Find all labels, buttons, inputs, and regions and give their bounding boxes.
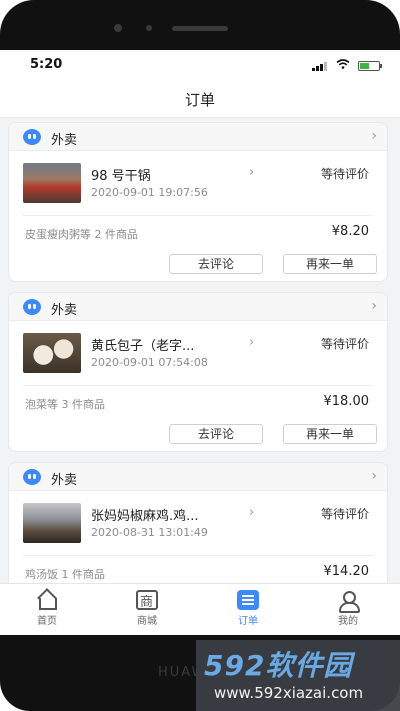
- store-thumbnail: [23, 333, 81, 373]
- sensor-icon: [146, 25, 152, 31]
- order-category-header[interactable]: 外卖 ›: [9, 123, 387, 151]
- order-time: 2020-08-31 13:01:49: [91, 526, 208, 539]
- order-time: 2020-09-01 19:07:56: [91, 186, 208, 199]
- order-status: 等待评价: [320, 167, 369, 181]
- battery-icon: [358, 61, 382, 71]
- goods-summary: 鸡汤饭 1 件商品: [25, 568, 105, 581]
- order-card[interactable]: 外卖 › 黄氏包子（老字... › 2020-09-01 07:54:08 等待…: [8, 292, 388, 452]
- store-name[interactable]: 张妈妈椒麻鸡.鸡...: [91, 505, 199, 524]
- divider: [23, 215, 373, 216]
- status-time: 5:20: [30, 57, 63, 72]
- chevron-right-icon: ›: [371, 128, 377, 144]
- signal-icon: [312, 62, 327, 71]
- store-thumbnail: [23, 503, 81, 543]
- order-status: 等待评价: [320, 337, 369, 351]
- front-camera-icon: [114, 24, 122, 32]
- watermark-title: 592软件园: [204, 649, 353, 682]
- tab-mall[interactable]: 商城: [117, 588, 177, 632]
- order-status: 等待评价: [320, 507, 369, 521]
- order-category-label: 外卖: [51, 133, 78, 148]
- app-screen: 5:20 订单 外卖 › 98 号干锅 › 2020-09-01 19:07:5…: [0, 50, 400, 635]
- order-list-icon: [237, 590, 259, 610]
- review-button[interactable]: 去评论: [169, 254, 263, 274]
- takeout-icon: [23, 469, 41, 485]
- chevron-right-icon: ›: [371, 468, 377, 484]
- earpiece-speaker: [172, 26, 228, 31]
- takeout-icon: [23, 129, 41, 145]
- divider: [23, 385, 373, 386]
- chevron-right-icon: ›: [371, 298, 377, 314]
- store-name[interactable]: 黄氏包子（老字...: [91, 335, 194, 354]
- phone-top-bezel: [0, 0, 400, 50]
- chevron-right-icon[interactable]: ›: [249, 335, 254, 350]
- nav-bar: 订单: [0, 80, 400, 118]
- watermark: 592软件园 www.592xiazai.com: [196, 640, 400, 711]
- chevron-right-icon[interactable]: ›: [249, 165, 254, 180]
- order-time: 2020-09-01 07:54:08: [91, 356, 208, 369]
- tab-orders[interactable]: 订单: [218, 588, 278, 632]
- goods-summary: 泡菜等 3 件商品: [25, 398, 105, 411]
- watermark-url: www.592xiazai.com: [214, 684, 364, 702]
- bottom-tab-bar: 首页 商城 订单 我的: [0, 583, 400, 635]
- divider: [23, 555, 373, 556]
- home-icon: [36, 590, 58, 610]
- profile-icon: [337, 590, 360, 613]
- chevron-right-icon[interactable]: ›: [249, 505, 254, 520]
- takeout-icon: [23, 299, 41, 315]
- mall-icon: [136, 590, 158, 610]
- status-bar: 5:20: [0, 50, 400, 80]
- order-price: ¥8.20: [331, 224, 369, 239]
- store-name[interactable]: 98 号干锅: [91, 165, 151, 184]
- store-thumbnail: [23, 163, 81, 203]
- order-category-label: 外卖: [51, 473, 78, 488]
- page-title: 订单: [184, 91, 215, 109]
- order-price: ¥14.20: [323, 564, 370, 579]
- tab-label: 商城: [137, 616, 157, 627]
- reorder-button[interactable]: 再来一单: [283, 424, 377, 444]
- goods-summary: 皮蛋瘦肉粥等 2 件商品: [25, 228, 138, 241]
- order-price: ¥18.00: [323, 394, 370, 409]
- tab-label: 我的: [338, 616, 358, 627]
- phone-device: 5:20 订单 外卖 › 98 号干锅 › 2020-09-01 19:07:5…: [0, 0, 400, 711]
- tab-home[interactable]: 首页: [17, 588, 77, 632]
- order-category-header[interactable]: 外卖 ›: [9, 293, 387, 321]
- tab-label: 首页: [37, 616, 57, 627]
- wifi-icon: [336, 59, 350, 69]
- order-category-label: 外卖: [51, 303, 78, 318]
- order-category-header[interactable]: 外卖 ›: [9, 463, 387, 491]
- tab-mine[interactable]: 我的: [318, 588, 378, 632]
- order-card[interactable]: 外卖 › 98 号干锅 › 2020-09-01 19:07:56 等待评价 皮…: [8, 122, 388, 282]
- tab-label: 订单: [238, 616, 258, 627]
- review-button[interactable]: 去评论: [169, 424, 263, 444]
- reorder-button[interactable]: 再来一单: [283, 254, 377, 274]
